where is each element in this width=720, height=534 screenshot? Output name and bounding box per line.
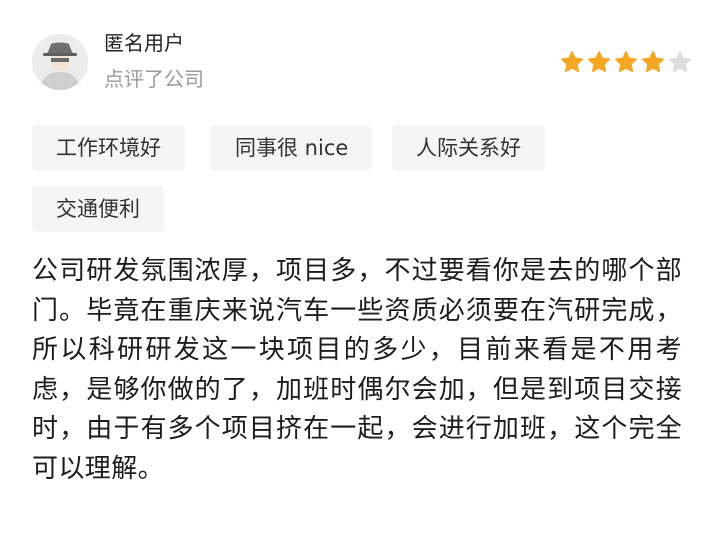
star-rating — [560, 50, 692, 74]
star-filled-icon — [615, 51, 637, 73]
star-filled-icon — [561, 51, 583, 73]
tag-chip[interactable]: 人际关系好 — [392, 125, 545, 171]
star-filled-icon — [588, 51, 610, 73]
review-card: 匿名用户 点评了公司 工作环境好 同事很 nice 人际关系好 交通便利 公司研… — [0, 0, 720, 534]
user-name: 匿名用户 — [104, 31, 184, 55]
review-text: 公司研发氛围浓厚，项目多，不过要看你是去的哪个部门。毕竟在重庆来说汽车一些资质必… — [32, 256, 682, 484]
star-empty-icon — [669, 51, 691, 73]
tag-chip[interactable]: 同事很 nice — [211, 125, 373, 171]
tag-chip[interactable]: 交通便利 — [32, 186, 164, 232]
anonymous-user-icon — [32, 34, 88, 90]
tag-chip[interactable]: 工作环境好 — [32, 125, 185, 171]
star-filled-icon — [642, 51, 664, 73]
text-fade-overlay — [475, 486, 720, 534]
review-header: 匿名用户 点评了公司 — [32, 28, 692, 98]
review-action-text: 点评了公司 — [104, 67, 204, 91]
anonymous-user-avatar — [32, 34, 88, 90]
